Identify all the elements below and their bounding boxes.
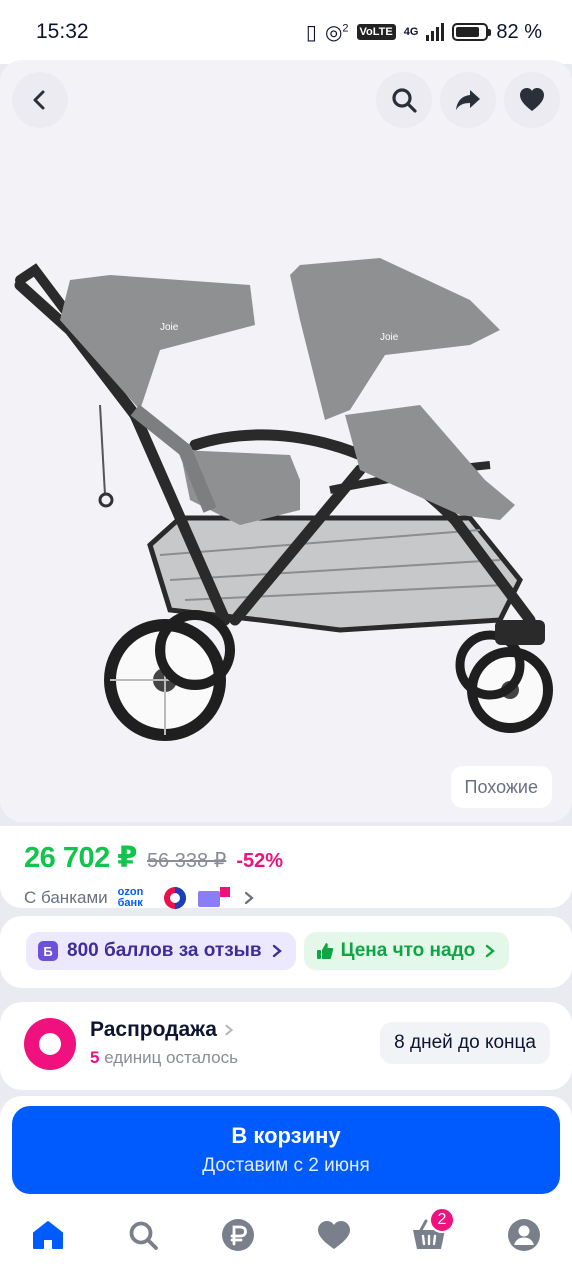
data-badge: 2 <box>342 21 349 34</box>
heart-icon <box>520 88 544 111</box>
back-button[interactable] <box>12 72 68 128</box>
status-icons: ▯ ◎2 VoLTE 4G 82 % <box>306 20 542 45</box>
ruble-icon <box>222 1219 255 1251</box>
bank-offers[interactable]: С банками ozon банк <box>24 885 548 911</box>
days-left-chip: 8 дней до конца <box>380 1022 550 1064</box>
status-time: 15:32 <box>36 20 89 43</box>
hotspot-icon: ◎2 <box>324 21 349 44</box>
cart-area: В корзину Доставим с 2 июня <box>0 1096 572 1204</box>
chevron-right-icon <box>486 944 496 958</box>
cart-badge: 2 <box>428 1207 455 1233</box>
tab-favorites[interactable] <box>310 1211 358 1259</box>
vibrate-icon: ▯ <box>305 21 317 44</box>
cart-button-subtitle: Доставим с 2 июня <box>202 1155 370 1176</box>
sbp-icon <box>163 887 186 909</box>
points-badge: Б <box>38 941 58 961</box>
similar-button[interactable]: Похожие <box>450 766 552 808</box>
home-icon <box>32 1221 63 1249</box>
units-count: 5 <box>90 1048 100 1067</box>
share-icon <box>456 90 480 110</box>
sale-title: Распродажа <box>90 1018 238 1042</box>
brand-mark-rear: Joie <box>160 322 179 333</box>
card-icon <box>197 887 230 907</box>
profile-icon <box>508 1219 541 1251</box>
add-to-cart-button[interactable]: В корзину Доставим с 2 июня <box>12 1106 560 1194</box>
network-label: 4G <box>403 26 419 38</box>
sale-title-text: Распродажа <box>90 1018 217 1041</box>
banks-label: С банками <box>24 888 108 907</box>
favorite-button[interactable] <box>504 72 560 128</box>
price-row: 26 702 ₽ 56 338 ₽ -52% <box>24 840 548 875</box>
promo-row: Б 800 баллов за отзыв Цена что надо <box>0 916 572 988</box>
tab-points[interactable] <box>214 1211 262 1259</box>
tab-home[interactable] <box>24 1211 72 1259</box>
bottom-tab-bar: 2 <box>0 1204 572 1280</box>
tab-cart[interactable]: 2 <box>405 1207 455 1259</box>
search-icon <box>129 1221 158 1250</box>
units-suffix: единиц осталось <box>104 1048 238 1067</box>
signal-icon <box>426 23 445 41</box>
current-price: 26 702 ₽ <box>24 842 137 874</box>
sale-card[interactable]: Распродажа 5 единиц осталось 8 дней до к… <box>0 1002 572 1090</box>
tab-profile[interactable] <box>500 1211 548 1259</box>
search-button[interactable] <box>376 72 432 128</box>
units-left: 5 единиц осталось <box>90 1048 238 1068</box>
product-image[interactable]: Joie Joie <box>0 180 572 760</box>
thumbs-up-icon <box>316 943 333 959</box>
chevron-right-icon <box>272 944 282 958</box>
sale-info: Распродажа 5 единиц осталось <box>90 1018 238 1068</box>
review-points-chip[interactable]: Б 800 баллов за отзыв <box>26 932 296 970</box>
chevron-right-icon <box>244 891 254 905</box>
good-price-chip[interactable]: Цена что надо <box>303 932 510 970</box>
share-button[interactable] <box>440 72 496 128</box>
product-gallery[interactable]: Joie Joie Похожие <box>0 60 572 822</box>
chevron-left-icon <box>33 90 45 110</box>
points-label: 800 баллов за отзыв <box>67 940 262 961</box>
battery-icon <box>452 23 492 41</box>
tab-search[interactable] <box>119 1211 167 1259</box>
chevron-right-icon <box>225 1024 234 1036</box>
sale-logo-icon <box>24 1018 76 1070</box>
ozon-bank-logo: ozon банк <box>117 886 144 909</box>
battery-level: 82 % <box>496 20 542 43</box>
status-bar: 15:32 ▯ ◎2 VoLTE 4G 82 % <box>0 0 572 64</box>
brand-mark-front: Joie <box>380 332 399 343</box>
price-card: 26 702 ₽ 56 338 ₽ -52% С банками ozon ба… <box>0 826 572 911</box>
good-price-label: Цена что надо <box>340 940 476 961</box>
heart-icon <box>317 1221 350 1249</box>
old-price: 56 338 ₽ <box>146 850 227 872</box>
volte-icon: VoLTE <box>356 24 396 40</box>
search-icon <box>392 88 417 113</box>
cart-button-title: В корзину <box>231 1123 341 1148</box>
discount-percent: -52% <box>236 850 284 872</box>
